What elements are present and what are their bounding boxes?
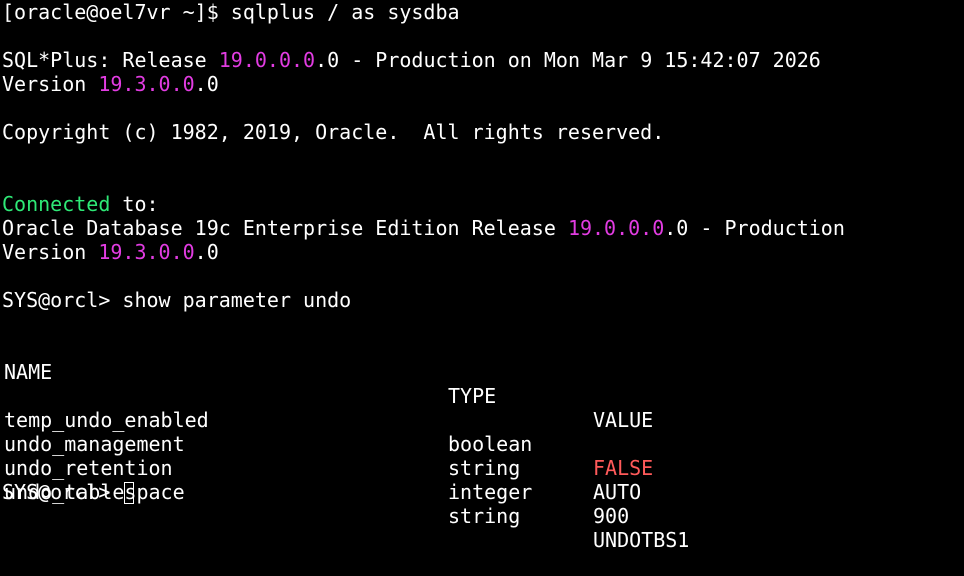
database-version-highlight: 19.0.0.0 — [567, 216, 665, 240]
terminal-window[interactable]: [oracle@oel7vr ~]$ sqlplus / as sysdba S… — [0, 0, 964, 552]
table-row: undo_retention integer 900 — [2, 432, 964, 528]
param-name: undo_tablespace — [4, 480, 185, 504]
param-value: 900 — [593, 504, 630, 528]
version-highlight: 19.3.0.0 — [98, 72, 195, 96]
shell-command-text: [oracle@oel7vr ~]$ sqlplus / as sysdba — [2, 0, 460, 24]
connected-word: Connected — [2, 192, 111, 216]
version2-prefix: Version — [2, 240, 99, 264]
param-value: AUTO — [593, 480, 642, 504]
sql-command-text: SYS@orcl> show parameter undo — [2, 288, 352, 312]
database-banner-prefix: Oracle Database 19c Enterprise Edition R… — [2, 216, 568, 240]
version-tail: .0 — [194, 72, 219, 96]
param-value: UNDOTBS1 — [593, 528, 690, 552]
table-row: temp_undo_enabled boolean FALSE — [2, 384, 964, 480]
param-type: string — [448, 504, 521, 528]
sqlplus-banner-prefix: SQL*Plus: Release — [2, 48, 219, 72]
param-type: integer — [448, 480, 533, 504]
copyright-line: Copyright (c) 1982, 2019, Oracle. All ri… — [2, 120, 964, 144]
sqlplus-banner-suffix: - Production on Mon Mar 9 15:42:07 2026 — [339, 48, 821, 72]
version-line: Version 19.3.0.0.0 — [2, 72, 964, 96]
database-version-tail: .0 — [664, 216, 689, 240]
sqlplus-banner-line: SQL*Plus: Release 19.0.0.0.0 - Productio… — [2, 48, 964, 72]
copyright-text: Copyright (c) 1982, 2019, Oracle. All ri… — [2, 120, 665, 144]
version2-highlight: 19.3.0.0 — [98, 240, 195, 264]
sqlplus-version-tail: .0 — [315, 48, 340, 72]
table-row: undo_tablespace string UNDOTBS1 — [2, 456, 964, 552]
table-row: undo_management string AUTO — [2, 408, 964, 504]
version2-tail: .0 — [194, 240, 219, 264]
connected-rest: to: — [110, 192, 159, 216]
version-line-2: Version 19.3.0.0.0 — [2, 240, 964, 264]
database-banner-line: Oracle Database 19c Enterprise Edition R… — [2, 216, 964, 240]
database-banner-suffix: - Production — [688, 216, 845, 240]
connected-line: Connected to: — [2, 192, 964, 216]
table-header-row: NAME TYPE VALUE — [2, 336, 964, 432]
table-rule-row: ------------------------------------ ---… — [2, 360, 964, 384]
sqlplus-version-highlight: 19.0.0.0 — [218, 48, 316, 72]
version-prefix: Version — [2, 72, 99, 96]
shell-command-line: [oracle@oel7vr ~]$ sqlplus / as sysdba — [2, 0, 964, 24]
sql-command-line: SYS@orcl> show parameter undo — [2, 288, 964, 312]
